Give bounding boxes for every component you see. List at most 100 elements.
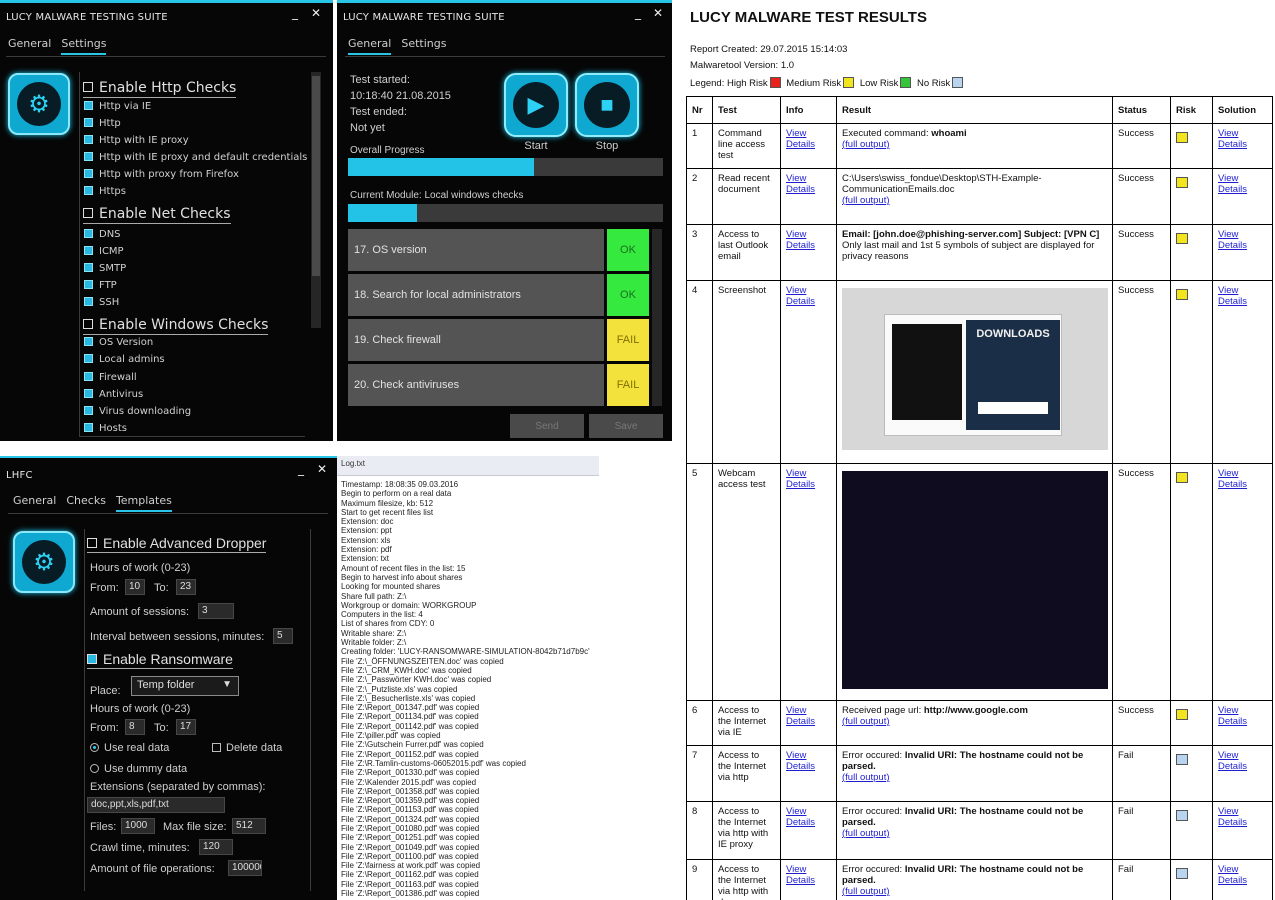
dropper-to-input[interactable]: 23 <box>176 579 196 595</box>
full-output-link[interactable]: (full output) <box>842 886 890 897</box>
start-button[interactable]: ▶ <box>504 73 568 137</box>
option-hosts[interactable]: Hosts <box>84 423 127 434</box>
solution-link[interactable]: View Details <box>1218 705 1247 727</box>
options-scrollbar[interactable] <box>311 72 321 328</box>
ransom-from-input[interactable]: 8 <box>125 719 145 735</box>
table-row: 1 Command line access test View Details … <box>686 123 1273 169</box>
row-result: Error occured: Invalid URI: The hostname… <box>836 859 1113 900</box>
module-label: 19. Check firewall <box>354 334 441 346</box>
view-details-link[interactable]: View Details <box>786 229 815 251</box>
option-virus-downloading[interactable]: Virus downloading <box>84 406 191 417</box>
modules-scrollbar[interactable] <box>652 229 662 406</box>
module-label: 20. Check antiviruses <box>354 379 460 391</box>
full-output-link[interactable]: (full output) <box>842 828 890 839</box>
fileops-input[interactable]: 100000 <box>228 860 262 876</box>
option-os-version[interactable]: OS Version <box>84 337 153 348</box>
sessions-label: Amount of sessions: <box>90 606 190 618</box>
view-details-link[interactable]: View Details <box>786 128 815 150</box>
option-http-ie-proxy-creds[interactable]: Http with IE proxy and default credentia… <box>84 152 307 163</box>
delete-data-checkbox[interactable]: Delete data <box>212 742 282 754</box>
table-row: 6 Access to the Internet via IE View Det… <box>686 700 1273 746</box>
webcam-thumbnail[interactable] <box>842 471 1108 689</box>
full-output-link[interactable]: (full output) <box>842 139 890 150</box>
row-result: Error occured: Invalid URI: The hostname… <box>836 745 1113 802</box>
full-output-link[interactable]: (full output) <box>842 716 890 727</box>
option-http[interactable]: Http <box>84 118 121 129</box>
settings-gear-button[interactable]: ⚙ <box>8 73 70 135</box>
option-http-via-ie[interactable]: Http via IE <box>84 101 151 112</box>
solution-link[interactable]: View Details <box>1218 864 1247 886</box>
enable-ransomware-toggle[interactable]: Enable Ransomware <box>87 651 233 669</box>
section-net-checks[interactable]: Enable Net Checks <box>83 206 231 224</box>
solution-link[interactable]: View Details <box>1218 285 1247 307</box>
log-line: File 'Z:\Report_001153.pdf' was copied <box>341 805 479 815</box>
log-line: File 'Z:\Gutschein Furrer.pdf' was copie… <box>341 740 484 750</box>
option-smtp[interactable]: SMTP <box>84 263 126 274</box>
row-nr: 5 <box>686 463 713 701</box>
solution-link[interactable]: View Details <box>1218 128 1247 150</box>
close-button[interactable]: ✕ <box>653 6 663 20</box>
tab-checks[interactable]: Checks <box>66 494 106 512</box>
tab-templates[interactable]: Templates <box>115 494 172 512</box>
full-output-link[interactable]: (full output) <box>842 772 890 783</box>
scroll-thumb[interactable] <box>312 76 320 276</box>
send-button[interactable]: Send <box>510 414 584 438</box>
minimize-button[interactable]: _ <box>292 6 298 20</box>
screenshot-thumbnail[interactable]: DOWNLOADS <box>842 288 1108 450</box>
max-size-input[interactable]: 512 <box>232 818 266 834</box>
section-windows-checks[interactable]: Enable Windows Checks <box>83 317 269 335</box>
files-input[interactable]: 1000 <box>121 818 155 834</box>
view-details-link[interactable]: View Details <box>786 285 815 307</box>
option-dns[interactable]: DNS <box>84 229 121 240</box>
tab-settings[interactable]: Settings <box>401 37 446 55</box>
crawl-input[interactable]: 120 <box>199 839 233 855</box>
place-select[interactable]: Temp folder ▼ <box>131 676 239 696</box>
lhfc-gear-button[interactable]: ⚙ <box>13 531 75 593</box>
row-test: Webcam access test <box>712 463 781 701</box>
solution-link[interactable]: View Details <box>1218 468 1247 490</box>
option-antivirus[interactable]: Antivirus <box>84 389 143 400</box>
stop-button[interactable]: ■ <box>575 73 639 137</box>
close-button[interactable]: ✕ <box>317 462 327 476</box>
row-nr: 1 <box>686 123 713 169</box>
option-label: Local admins <box>99 354 165 365</box>
sessions-input[interactable]: 3 <box>198 603 234 619</box>
option-local-admins[interactable]: Local admins <box>84 354 165 365</box>
tab-settings[interactable]: Settings <box>61 37 107 55</box>
section-http-checks[interactable]: Enable Http Checks <box>83 80 237 98</box>
save-button[interactable]: Save <box>589 414 663 438</box>
use-real-data-radio[interactable]: Use real data <box>90 742 169 754</box>
tab-general[interactable]: General <box>13 494 56 512</box>
ransom-to-input[interactable]: 17 <box>176 719 196 735</box>
option-http-firefox-proxy[interactable]: Http with proxy from Firefox <box>84 169 239 180</box>
tab-general[interactable]: General <box>8 37 51 55</box>
minimize-button[interactable]: _ <box>635 6 641 20</box>
enable-dropper-toggle[interactable]: Enable Advanced Dropper <box>87 535 267 553</box>
view-details-link[interactable]: View Details <box>786 806 815 828</box>
close-button[interactable]: ✕ <box>311 6 321 20</box>
full-output-link[interactable]: (full output) <box>842 195 890 206</box>
tab-general[interactable]: General <box>348 37 392 55</box>
extensions-input[interactable]: doc,ppt,xls,pdf,txt <box>87 797 225 813</box>
view-details-link[interactable]: View Details <box>786 173 815 195</box>
view-details-link[interactable]: View Details <box>786 705 815 727</box>
log-line: File 'Z:\_CRM_KWH.doc' was copied <box>341 665 472 675</box>
option-icmp[interactable]: ICMP <box>84 246 124 257</box>
option-https[interactable]: Https <box>84 186 126 197</box>
solution-link[interactable]: View Details <box>1218 750 1247 772</box>
option-ftp[interactable]: FTP <box>84 280 117 291</box>
interval-input[interactable]: 5 <box>273 628 293 644</box>
option-ssh[interactable]: SSH <box>84 297 119 308</box>
use-dummy-data-radio[interactable]: Use dummy data <box>90 763 187 775</box>
option-firewall[interactable]: Firewall <box>84 372 137 383</box>
option-http-ie-proxy[interactable]: Http with IE proxy <box>84 135 189 146</box>
solution-link[interactable]: View Details <box>1218 173 1247 195</box>
solution-link[interactable]: View Details <box>1218 229 1247 251</box>
view-details-link[interactable]: View Details <box>786 750 815 772</box>
minimize-button[interactable]: _ <box>298 462 304 476</box>
risk-indicator <box>1176 810 1188 821</box>
view-details-link[interactable]: View Details <box>786 864 815 886</box>
solution-link[interactable]: View Details <box>1218 806 1247 828</box>
dropper-from-input[interactable]: 10 <box>125 579 145 595</box>
view-details-link[interactable]: View Details <box>786 468 815 490</box>
